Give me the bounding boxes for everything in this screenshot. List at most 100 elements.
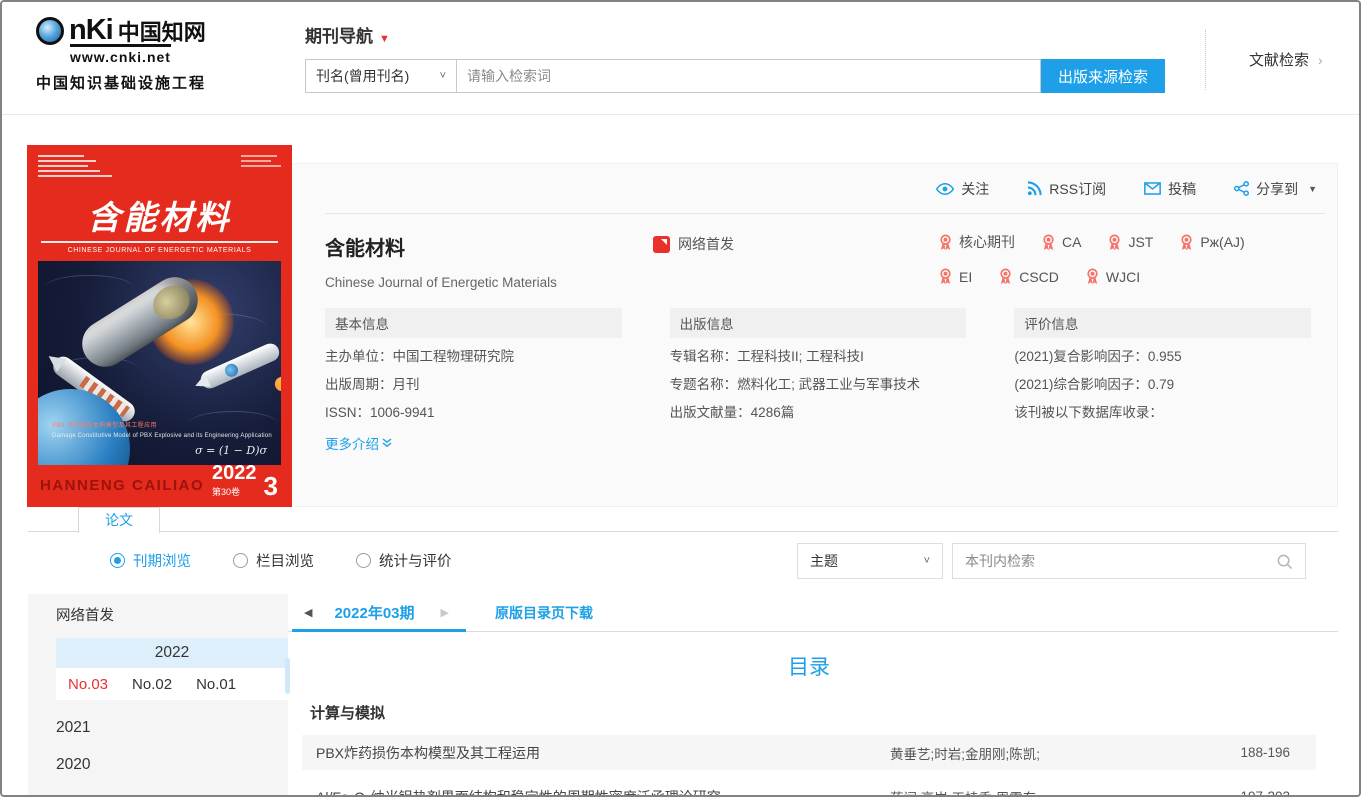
scrollbar-thumb[interactable] [285, 658, 290, 694]
publication-info-heading: 出版信息 [669, 308, 967, 338]
red-caret-down-icon: ▼ [379, 33, 390, 45]
article-title[interactable]: PBX炸药损伤本构模型及其工程运用 [316, 743, 890, 763]
year-group-2022: 2022 No.03 No.02 No.01 [56, 638, 288, 700]
issue-no03-link[interactable]: No.03 [68, 676, 108, 693]
badge-paj: Pж(AJ) [1179, 232, 1245, 252]
cnki-logo[interactable]: nKi 中国知网 www.cnki.net 中国知识基础设施工程 [36, 14, 206, 93]
journal-navigation-menu[interactable]: 期刊导航 ▼ [305, 22, 390, 47]
cover-volume: 第30卷 [212, 487, 241, 497]
year-2020-header[interactable]: 2020 [56, 756, 288, 774]
original-toc-download-link[interactable]: 原版目录页下载 [495, 603, 593, 623]
rss-icon [1028, 181, 1042, 196]
topic-field-select[interactable]: 主题 ˅ [797, 543, 943, 579]
issues-sidebar: 网络首发 2022 No.03 No.02 No.01 2021 2020 [28, 594, 288, 795]
badge-core-journal: 核心期刊 [938, 232, 1015, 252]
rocket-flame-graphic [272, 366, 281, 394]
issues-and-toc-area: 网络首发 2022 No.03 No.02 No.01 2021 2020 ◀ … [28, 594, 1338, 795]
logo-latin-text: nKi [69, 14, 114, 46]
medal-icon [940, 234, 951, 250]
radio-icon [356, 553, 371, 568]
header-search-row: 刊名(曾用刊名) ˅ 出版来源检索 [305, 59, 1165, 93]
logo-url: www.cnki.net [70, 44, 171, 65]
search-field-select[interactable]: 刊名(曾用刊名) ˅ [305, 59, 457, 93]
evaluation-info-heading: 评价信息 [1014, 308, 1312, 338]
issue-no01-link[interactable]: No.01 [196, 676, 236, 693]
in-journal-search-input[interactable] [965, 553, 1276, 569]
info-row: ISSN：1006-9941 [325, 405, 435, 421]
share-button[interactable]: 分享到 ▼ [1234, 179, 1317, 199]
article-pages: 197-203 [1240, 789, 1290, 797]
document-search-link[interactable]: 文献检索 › [1249, 49, 1323, 70]
next-issue-arrow-icon[interactable]: ▶ [441, 606, 449, 619]
year-2021-header[interactable]: 2021 [56, 719, 288, 737]
header-search-input[interactable] [457, 59, 1041, 93]
radio-icon [110, 553, 125, 568]
medal-icon [1043, 234, 1054, 250]
radio-statistics-evaluation[interactable]: 统计与评价 [356, 550, 452, 571]
browse-controls-row: 刊期浏览 栏目浏览 统计与评价 主题 ˅ [28, 538, 1338, 584]
journal-badges: 核心期刊 CA JST Pж(AJ) EI CSCD WJCI [938, 232, 1313, 290]
article-title[interactable]: Al/Fe₂O₃纳米铝热剂界面结构和稳定性的周期性密度泛函理论研究 [316, 787, 890, 796]
article-pages: 188-196 [1240, 745, 1290, 760]
issue-content-panel: ◀ 2022年03期 ▶ 原版目录页下载 目录 计算与模拟 PBX炸药损伤本构模… [285, 594, 1338, 797]
previous-issue-arrow-icon[interactable]: ◀ [304, 606, 312, 619]
basic-info-column: 基本信息 主办单位：中国工程物理研究院 出版周期：月刊 ISSN：1006-99… [325, 308, 622, 454]
info-row: 专题名称：燃料化工; 武器工业与军事技术 [669, 377, 921, 393]
online-first-badge[interactable]: 网络首发 [653, 234, 734, 254]
badge-cscd: CSCD [998, 268, 1059, 285]
more-intro-link[interactable]: 更多介绍 [325, 433, 392, 453]
cover-title: 含能材料 [87, 198, 232, 237]
toc-title: 目录 [788, 656, 830, 679]
cover-artwork: PBX 炸药损伤本构模型及其工程应用 Damage Constitutive M… [38, 261, 281, 465]
badge-ei: EI [938, 268, 972, 285]
journal-head-row: 含能材料 Chinese Journal of Energetic Materi… [325, 232, 1337, 290]
content-tab-row: 论文 [28, 507, 1338, 533]
cnki-journal-page: nKi 中国知网 www.cnki.net 中国知识基础设施工程 期刊导航 ▼ 刊… [0, 0, 1361, 797]
badge-wjci: WJCI [1085, 268, 1140, 285]
cover-decor-lines [38, 155, 112, 180]
issues-row-2022: No.03 No.02 No.01 [56, 668, 288, 700]
year-2022-header[interactable]: 2022 [56, 638, 288, 668]
medal-icon [1181, 234, 1192, 250]
rss-subscribe-button[interactable]: RSS订阅 [1027, 179, 1106, 199]
toc-section-heading: 计算与模拟 [310, 705, 386, 722]
article-row[interactable]: Al/Fe₂O₃纳米铝热剂界面结构和稳定性的周期性密度泛函理论研究 蒋闻;高岩;… [302, 779, 1316, 797]
basic-info-heading: 基本信息 [325, 308, 622, 338]
sidebar-online-first-link[interactable]: 网络首发 [56, 604, 288, 625]
share-icon [1234, 181, 1250, 196]
eye-icon [936, 182, 955, 195]
cover-caption-cn: PBX 炸药损伤本构模型及其工程应用 [52, 423, 157, 429]
logo-cn-name: 中国知网 [117, 19, 206, 46]
medal-icon [940, 268, 951, 284]
double-chevron-down-icon [382, 438, 392, 447]
follow-button[interactable]: 关注 [936, 179, 989, 199]
search-icon[interactable] [1276, 553, 1293, 570]
journal-info-columns: 基本信息 主办单位：中国工程物理研究院 出版周期：月刊 ISSN：1006-99… [325, 308, 1337, 454]
radio-column-browse[interactable]: 栏目浏览 [233, 550, 314, 571]
radio-issue-browse[interactable]: 刊期浏览 [110, 550, 191, 571]
info-row: (2021)复合影响因子：0.955 [1014, 349, 1182, 364]
submit-manuscript-button[interactable]: 投稿 [1144, 179, 1196, 199]
browse-mode-radios: 刊期浏览 栏目浏览 统计与评价 [110, 550, 452, 571]
header-divider [1205, 30, 1206, 90]
evaluation-info-column: 评价信息 (2021)复合影响因子：0.955 (2021)综合影响因子：0.7… [1014, 308, 1312, 454]
envelope-icon [1144, 182, 1161, 195]
info-row: 专辑名称：工程科技II; 工程科技I [669, 349, 864, 364]
in-journal-search-box [952, 543, 1306, 579]
journal-title: 含能材料 [325, 238, 405, 260]
medal-icon [1087, 268, 1098, 284]
chevron-down-icon: ˅ [923, 555, 930, 567]
cover-caption-en: Damage Constitutive Model of PBX Explosi… [52, 433, 272, 439]
caret-down-icon: ▼ [1308, 183, 1317, 194]
source-search-button[interactable]: 出版来源检索 [1041, 59, 1165, 93]
issue-no02-link[interactable]: No.02 [132, 676, 172, 693]
radio-icon [233, 553, 248, 568]
publication-info-column: 出版信息 专辑名称：工程科技II; 工程科技I 专题名称：燃料化工; 武器工业与… [669, 308, 967, 454]
article-row[interactable]: PBX炸药损伤本构模型及其工程运用 黄垂艺;时岩;金朋刚;陈凯; 188-196 [302, 735, 1316, 770]
chevron-down-icon: ˅ [439, 70, 446, 82]
current-issue-tab[interactable]: 2022年03期 [334, 602, 414, 623]
medal-icon [1000, 268, 1011, 284]
online-first-icon [653, 235, 670, 253]
tab-papers[interactable]: 论文 [78, 507, 160, 533]
cover-issue-number: 3 [263, 470, 278, 501]
